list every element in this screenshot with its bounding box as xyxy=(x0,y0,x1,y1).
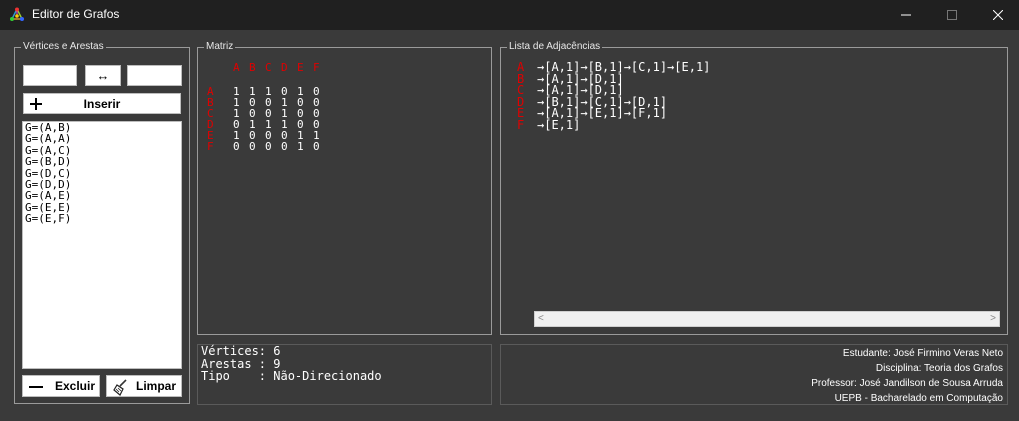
credit-institution: UEPB - Bacharelado em Computação xyxy=(834,393,1003,404)
matrix-cell: 0 xyxy=(313,140,320,153)
close-icon xyxy=(993,10,1003,20)
graph-type: Tipo : Não-Direcionado xyxy=(201,369,382,383)
matrix-row: 000010 xyxy=(233,141,329,152)
adjacency-row: F →[E,1] xyxy=(517,117,710,132)
matrix-column-header: D xyxy=(281,61,288,74)
credits: Estudante: José Firmino Veras Neto Disci… xyxy=(811,346,1003,406)
maximize-button[interactable] xyxy=(929,0,975,30)
matrix-cell: 0 xyxy=(249,140,256,153)
insert-button[interactable]: Inserir xyxy=(23,93,181,114)
from-vertex-input[interactable] xyxy=(23,65,77,86)
clear-button[interactable]: Limpar xyxy=(106,375,182,397)
matrix-cell: 0 xyxy=(281,140,288,153)
matrix-cell: 1 xyxy=(297,140,304,153)
matrix-column-header: B xyxy=(249,61,256,74)
close-button[interactable] xyxy=(975,0,1019,30)
swap-arrows-icon: ↔ xyxy=(96,68,110,83)
list-item[interactable]: G=(B,D) xyxy=(23,156,181,168)
edges-list[interactable]: G=(A,B) G=(A,A) G=(A,C) G=(B,D) G=(D,C) G=(D,… xyxy=(22,121,182,369)
scroll-left-icon[interactable]: < xyxy=(538,313,544,324)
window-title: Editor de Grafos xyxy=(32,7,120,21)
credit-student: Estudante: José Firmino Veras Neto xyxy=(842,348,1003,359)
graph-info: Vértices: 6 Arestas : 9 Tipo : Não-Direcio… xyxy=(201,345,382,383)
matrix-cell: 0 xyxy=(265,140,272,153)
matrix-column-header: C xyxy=(265,61,272,74)
matrix-column-header: A xyxy=(233,61,240,74)
adjacency-matrix: ABCDEF1110101001001001000111001000110000… xyxy=(233,62,329,152)
matrix-legend: Matriz xyxy=(204,40,236,54)
delete-button[interactable]: Excluir xyxy=(22,375,100,397)
horizontal-scrollbar[interactable]: < > xyxy=(534,311,1000,327)
adjacency-list-legend: Lista de Adjacências xyxy=(507,40,603,54)
matrix-row-header: F xyxy=(207,140,214,153)
clear-label: Limpar xyxy=(136,379,177,393)
graph-app-icon xyxy=(10,7,24,21)
minus-icon xyxy=(29,386,43,388)
matrix-cell: 0 xyxy=(233,140,240,153)
adjacency-neighbors: →[E,1] xyxy=(537,117,581,132)
matrix-column-header: F xyxy=(313,61,320,74)
to-vertex-input[interactable] xyxy=(127,65,182,86)
swap-vertices-button[interactable]: ↔ xyxy=(85,65,121,86)
vertices-count: Vértices: 6 xyxy=(201,344,281,358)
title-bar: Editor de Grafos xyxy=(0,0,1019,30)
adjacency-vertex: F xyxy=(517,117,525,132)
delete-label: Excluir xyxy=(55,379,96,393)
scroll-right-icon[interactable]: > xyxy=(990,313,996,324)
broom-icon xyxy=(113,379,127,396)
insert-label: Inserir xyxy=(83,96,121,111)
list-item[interactable]: G=(E,F) xyxy=(23,213,181,225)
credit-professor: Professor: José Jandilson de Sousa Arrud… xyxy=(811,378,1003,389)
matrix-column-header: E xyxy=(297,61,304,74)
minimize-button[interactable] xyxy=(883,0,929,30)
vertices-edges-legend: Vértices e Arestas xyxy=(21,40,106,54)
client-area: Vértices e Arestas ↔ Inserir G=(A,B) G=(A… xyxy=(0,30,1019,421)
maximize-icon xyxy=(947,10,957,20)
credit-course: Disciplina: Teoria dos Grafos xyxy=(875,363,1003,374)
adjacency-list: A →[A,1]→[B,1]→[C,1]→[E,1] B →[A,1]→[D,1] C →… xyxy=(517,61,710,132)
minimize-icon xyxy=(901,14,911,16)
